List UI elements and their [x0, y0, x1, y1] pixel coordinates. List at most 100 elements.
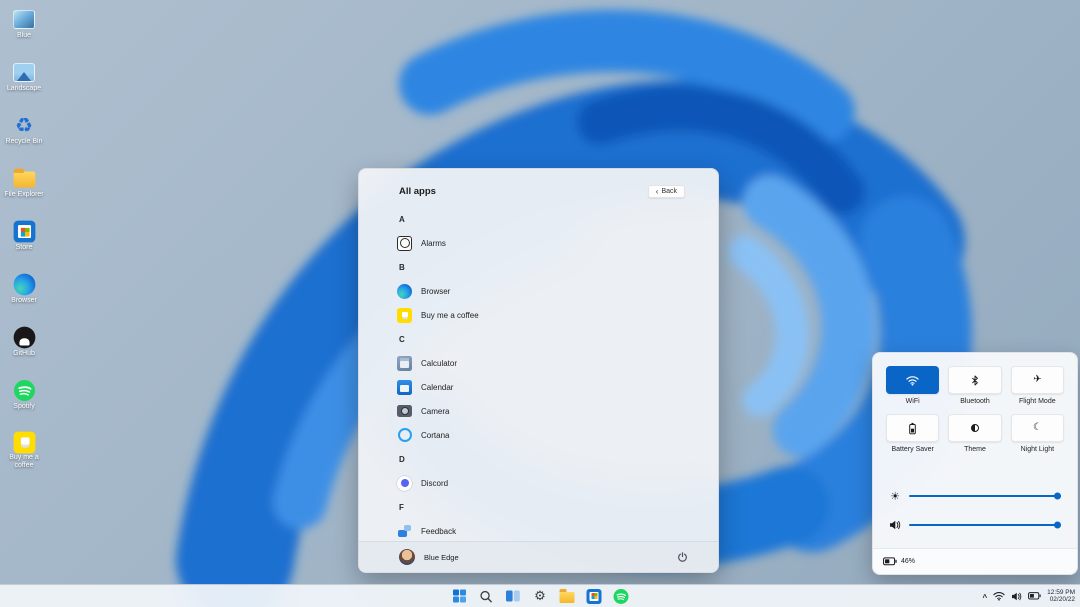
- start-button[interactable]: [451, 588, 468, 605]
- all-apps-title: All apps: [399, 186, 436, 197]
- app-item-camera[interactable]: Camera: [359, 399, 718, 423]
- recycle-bin-icon: ♻: [15, 115, 33, 135]
- section-letter-b[interactable]: B: [359, 255, 718, 279]
- speaker-icon: [1011, 592, 1022, 601]
- desktop-icon-landscape[interactable]: Landscape: [0, 59, 48, 99]
- app-name: Cortana: [421, 431, 449, 440]
- moon-icon: ☾: [1033, 423, 1042, 433]
- calendar-icon: [397, 380, 412, 395]
- desktop-icon-browser[interactable]: Browser: [0, 271, 48, 311]
- power-button[interactable]: [677, 552, 688, 563]
- file-explorer-button[interactable]: [559, 588, 576, 605]
- app-item-discord[interactable]: Discord: [359, 471, 718, 495]
- brightness-slider[interactable]: [909, 495, 1061, 498]
- desktop-icon-recycle-bin[interactable]: ♻ Recycle Bin: [0, 112, 48, 152]
- volume-slider-thumb[interactable]: [1054, 522, 1061, 529]
- app-name: Calculator: [421, 359, 457, 368]
- flight-mode-toggle[interactable]: ✈: [1011, 366, 1064, 394]
- tray-volume[interactable]: [1011, 592, 1022, 601]
- tray-battery[interactable]: [1028, 592, 1041, 600]
- settings-button[interactable]: ⚙: [532, 588, 549, 605]
- battery-saver-toggle[interactable]: [886, 414, 939, 442]
- start-menu-user-bar: Blue Edge: [359, 541, 718, 572]
- bluetooth-icon: [971, 374, 979, 387]
- task-view-panes-icon: [506, 589, 521, 603]
- spotify-button[interactable]: [613, 588, 630, 605]
- search-button[interactable]: [478, 588, 495, 605]
- edge-browser-icon: [397, 284, 412, 299]
- section-letter-c[interactable]: C: [359, 327, 718, 351]
- section-letter-f[interactable]: F: [359, 495, 718, 519]
- calculator-icon: [397, 356, 412, 371]
- brightness-slider-thumb[interactable]: [1054, 493, 1061, 500]
- app-item-calculator[interactable]: Calculator: [359, 351, 718, 375]
- desktop-icon-buy-me-a-coffee[interactable]: Buy me a coffee: [0, 430, 48, 470]
- app-item-cortana[interactable]: Cortana: [359, 423, 718, 447]
- alarms-icon: [397, 236, 412, 251]
- taskbar-center-icons: ⚙: [451, 585, 630, 607]
- desktop-icon-label: Buy me a coffee: [0, 454, 48, 470]
- back-button-label: Back: [661, 188, 677, 195]
- ms-store-icon: [13, 220, 35, 242]
- tray-chevron-up-icon[interactable]: ^: [983, 593, 988, 602]
- folder-icon: [560, 592, 575, 603]
- clock-time: 12:59 PM: [1047, 589, 1075, 597]
- all-apps-list: A Alarms B Browser Buy me a coffee C Cal…: [359, 207, 718, 541]
- airplane-icon: ✈: [1033, 375, 1041, 385]
- section-letter-a[interactable]: A: [359, 207, 718, 231]
- desktop-icon-github[interactable]: GitHub: [0, 324, 48, 364]
- coffee-icon: [397, 308, 412, 323]
- brightness-slider-row: ☀: [889, 489, 1061, 503]
- edge-browser-icon: [13, 273, 35, 295]
- spotify-icon: [614, 589, 629, 604]
- desktop-icon-blue[interactable]: Blue: [0, 6, 48, 46]
- tray-wifi[interactable]: [993, 591, 1005, 601]
- night-light-toggle[interactable]: ☾: [1011, 414, 1064, 442]
- wifi-toggle[interactable]: [886, 366, 939, 394]
- battery-icon: [883, 557, 897, 566]
- desktop-icon-column: Blue Landscape ♻ Recycle Bin File Explor…: [0, 6, 48, 470]
- back-chevron-icon: ‹: [656, 188, 659, 196]
- app-item-feedback[interactable]: Feedback: [359, 519, 718, 541]
- app-name: Buy me a coffee: [421, 311, 479, 320]
- bluetooth-toggle[interactable]: [948, 366, 1001, 394]
- desktop-icon-file-explorer[interactable]: File Explorer: [0, 165, 48, 205]
- windows-logo-icon: [452, 589, 466, 603]
- app-item-browser[interactable]: Browser: [359, 279, 718, 303]
- task-view-button[interactable]: [505, 588, 522, 605]
- store-button[interactable]: [586, 588, 603, 605]
- app-item-alarms[interactable]: Alarms: [359, 231, 718, 255]
- battery-percentage: 46%: [901, 558, 915, 565]
- battery-saver-icon: [908, 422, 917, 435]
- app-name: Alarms: [421, 239, 446, 248]
- app-item-calendar[interactable]: Calendar: [359, 375, 718, 399]
- desktop-icon-label: File Explorer: [4, 191, 43, 199]
- app-name: Camera: [421, 407, 449, 416]
- folder-icon: [13, 171, 35, 187]
- back-button[interactable]: ‹ Back: [648, 185, 685, 198]
- tray-clock[interactable]: 12:59 PM 02/20/22: [1047, 589, 1075, 604]
- desktop-icon-spotify[interactable]: Spotify: [0, 377, 48, 417]
- app-name: Calendar: [421, 383, 453, 392]
- feedback-hub-icon: [397, 524, 412, 539]
- clock-date: 02/20/22: [1047, 596, 1075, 604]
- start-menu-all-apps: All apps ‹ Back A Alarms B Browser Buy m…: [358, 168, 719, 573]
- app-name: Browser: [421, 287, 450, 296]
- system-tray: ^ 12:59 PM 02/20/22: [983, 585, 1076, 607]
- section-letter-d[interactable]: D: [359, 447, 718, 471]
- coffee-icon: [13, 431, 35, 453]
- user-avatar[interactable]: [399, 549, 415, 565]
- blue-image-icon: [13, 10, 35, 29]
- desktop-icon-label: Browser: [11, 297, 37, 305]
- desktop-icon-store[interactable]: Store: [0, 218, 48, 258]
- user-name[interactable]: Blue Edge: [424, 553, 459, 562]
- app-item-buy-me-a-coffee[interactable]: Buy me a coffee: [359, 303, 718, 327]
- brightness-sun-icon: ☀: [889, 491, 901, 502]
- landscape-image-icon: [13, 63, 35, 82]
- volume-slider[interactable]: [909, 524, 1061, 527]
- bluetooth-label: Bluetooth: [960, 398, 990, 407]
- theme-icon: [971, 424, 979, 432]
- theme-toggle[interactable]: [948, 414, 1001, 442]
- taskbar: ⚙ ^: [0, 584, 1080, 607]
- ms-store-icon: [587, 589, 602, 604]
